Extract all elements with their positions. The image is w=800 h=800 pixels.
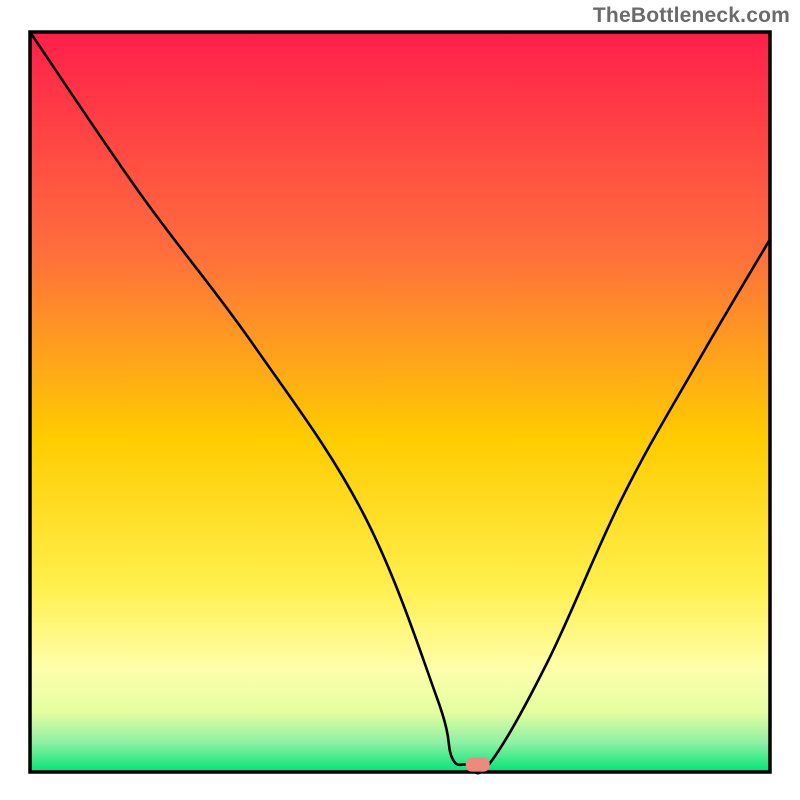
bottleneck-chart: TheBottleneck.com	[0, 0, 800, 800]
chart-svg	[0, 0, 800, 800]
attribution-text: TheBottleneck.com	[593, 4, 790, 28]
plot-background	[30, 32, 770, 772]
optimal-marker	[466, 758, 490, 772]
